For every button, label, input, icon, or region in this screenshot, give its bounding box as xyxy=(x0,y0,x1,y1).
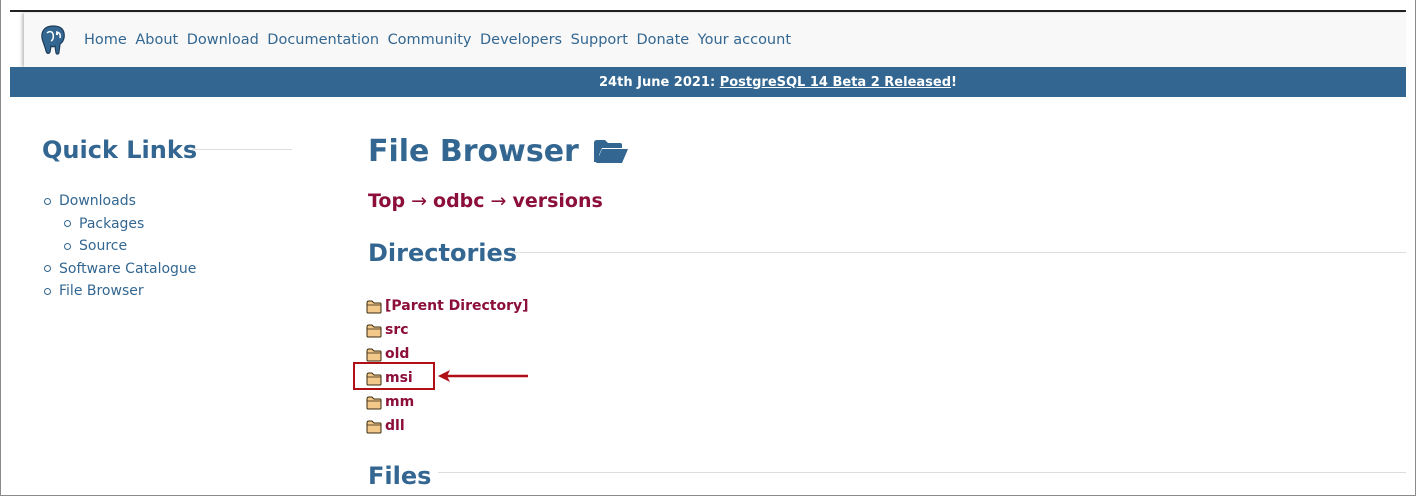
quick-link-label: Software Catalogue xyxy=(59,260,197,277)
quick-link-label: Source xyxy=(79,238,128,254)
bullet-icon xyxy=(64,242,71,250)
news-banner: 24th June 2021: PostgreSQL 14 Beta 2 Rel… xyxy=(10,67,1406,97)
directory-item[interactable]: src xyxy=(366,318,529,342)
nav-community[interactable]: Community xyxy=(388,32,472,48)
breadcrumb-top[interactable]: Top xyxy=(368,190,405,212)
quick-link-label: Downloads xyxy=(59,193,136,209)
directory-label: old xyxy=(385,346,410,362)
files-divider xyxy=(438,472,1406,473)
breadcrumb-separator: → xyxy=(411,190,428,212)
nav-download[interactable]: Download xyxy=(187,32,259,48)
breadcrumb: Top → odbc → versions xyxy=(368,190,603,212)
nav-donate[interactable]: Donate xyxy=(636,32,689,48)
directory-label: mm xyxy=(385,394,415,410)
page-title: File Browser xyxy=(368,134,629,169)
directories-divider xyxy=(512,252,1406,253)
breadcrumb-odbc[interactable]: odbc xyxy=(433,190,485,212)
nav-support[interactable]: Support xyxy=(571,32,628,48)
breadcrumb-versions[interactable]: versions xyxy=(512,190,602,212)
folder-icon xyxy=(366,396,382,414)
directory-label: src xyxy=(385,322,409,338)
quick-links-list: Downloads Packages Source Software Catal… xyxy=(44,190,196,303)
quick-links-title: Quick Links xyxy=(42,136,198,164)
directory-label: dll xyxy=(385,418,405,434)
directory-item[interactable]: mm xyxy=(366,390,529,414)
folder-icon xyxy=(366,324,382,342)
msi-highlight-annotation xyxy=(353,362,435,390)
quick-link-label: File Browser xyxy=(59,283,144,299)
bullet-icon xyxy=(64,220,71,228)
banner-release-link[interactable]: PostgreSQL 14 Beta 2 Released xyxy=(720,75,951,90)
folder-icon xyxy=(366,300,382,318)
files-heading: Files xyxy=(368,462,432,490)
directory-item[interactable]: [Parent Directory] xyxy=(366,294,529,318)
bullet-icon xyxy=(44,197,51,205)
bullet-icon xyxy=(44,287,51,295)
nav-links: Home About Download Documentation Commun… xyxy=(84,32,800,48)
open-folder-icon xyxy=(593,139,629,165)
nav-about[interactable]: About xyxy=(135,32,178,48)
quick-links-divider xyxy=(192,149,292,150)
nav-home[interactable]: Home xyxy=(84,32,127,48)
quick-link-downloads[interactable]: Downloads xyxy=(44,190,196,213)
left-arrow-annotation-icon xyxy=(436,368,530,387)
banner-date: 24th June 2021: xyxy=(599,74,720,90)
nav-your-account[interactable]: Your account xyxy=(698,32,791,48)
nav-documentation[interactable]: Documentation xyxy=(267,32,379,48)
bullet-icon xyxy=(44,265,51,273)
quick-link-file-browser[interactable]: File Browser xyxy=(44,280,196,303)
quick-link-packages[interactable]: Packages xyxy=(44,213,196,236)
page-title-text: File Browser xyxy=(368,134,579,169)
directory-item[interactable]: dll xyxy=(366,414,529,438)
directory-label: [Parent Directory] xyxy=(385,298,529,314)
folder-icon xyxy=(366,420,382,438)
quick-link-label: Packages xyxy=(79,215,145,232)
postgresql-elephant-icon[interactable] xyxy=(36,23,70,57)
breadcrumb-separator: → xyxy=(490,190,507,212)
quick-link-software-catalogue[interactable]: Software Catalogue xyxy=(44,258,196,281)
banner-suffix: ! xyxy=(951,74,957,90)
quick-link-source[interactable]: Source xyxy=(44,235,196,258)
top-divider xyxy=(10,10,1406,12)
nav-developers[interactable]: Developers xyxy=(480,32,562,48)
directories-heading: Directories xyxy=(368,239,518,267)
top-navbar: Home About Download Documentation Commun… xyxy=(24,13,1406,67)
